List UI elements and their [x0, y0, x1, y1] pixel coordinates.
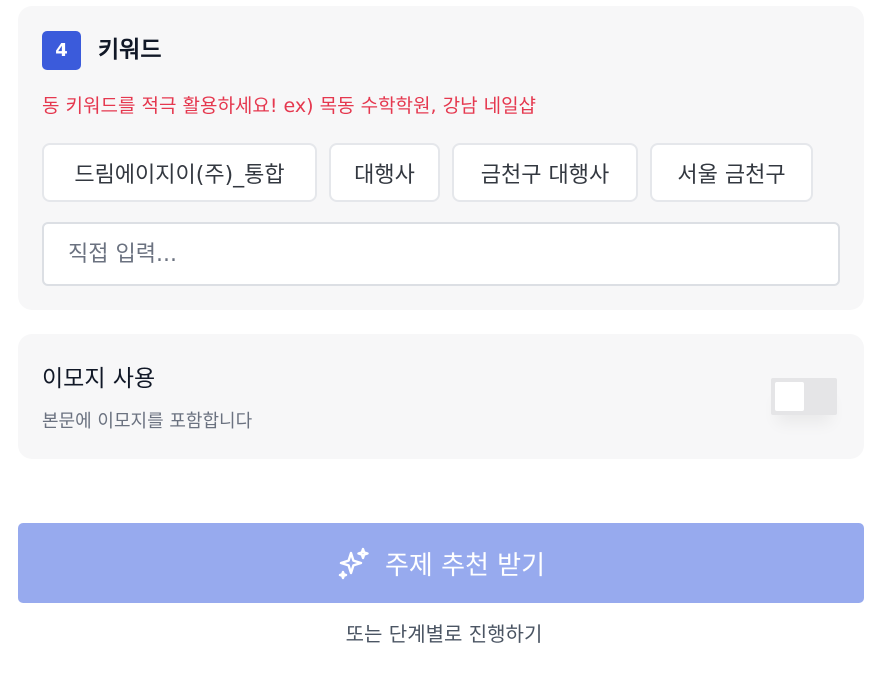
get-topic-recommendation-button[interactable]: 주제 추천 받기 — [18, 523, 864, 603]
toggle-knob — [775, 382, 804, 411]
keyword-input[interactable] — [42, 222, 840, 286]
keyword-section-title: 키워드 — [98, 37, 162, 63]
emoji-setting-title: 이모지 사용 — [42, 366, 156, 392]
keyword-chip[interactable]: 서울 금천구 — [650, 143, 813, 202]
keyword-chip[interactable]: 드림에이지이(주)_통합 — [42, 143, 317, 202]
keyword-hint: 동 키워드를 적극 활용하세요! ex) 목동 수학학원, 강남 네일샵 — [42, 95, 537, 117]
primary-button-label: 주제 추천 받기 — [384, 550, 546, 581]
step-badge: 4 — [42, 31, 81, 70]
emoji-setting-description: 본문에 이모지를 포함합니다 — [42, 411, 253, 432]
step-by-step-link[interactable]: 또는 단계별로 진행하기 — [0, 620, 888, 648]
emoji-toggle[interactable] — [771, 378, 837, 415]
keyword-card: 4 키워드 동 키워드를 적극 활용하세요! ex) 목동 수학학원, 강남 네… — [18, 6, 864, 310]
keyword-chip[interactable]: 금천구 대행사 — [452, 143, 638, 202]
emoji-card: 이모지 사용 본문에 이모지를 포함합니다 — [18, 334, 864, 459]
keyword-chip[interactable]: 대행사 — [329, 143, 440, 202]
sparkles-icon — [337, 546, 371, 580]
